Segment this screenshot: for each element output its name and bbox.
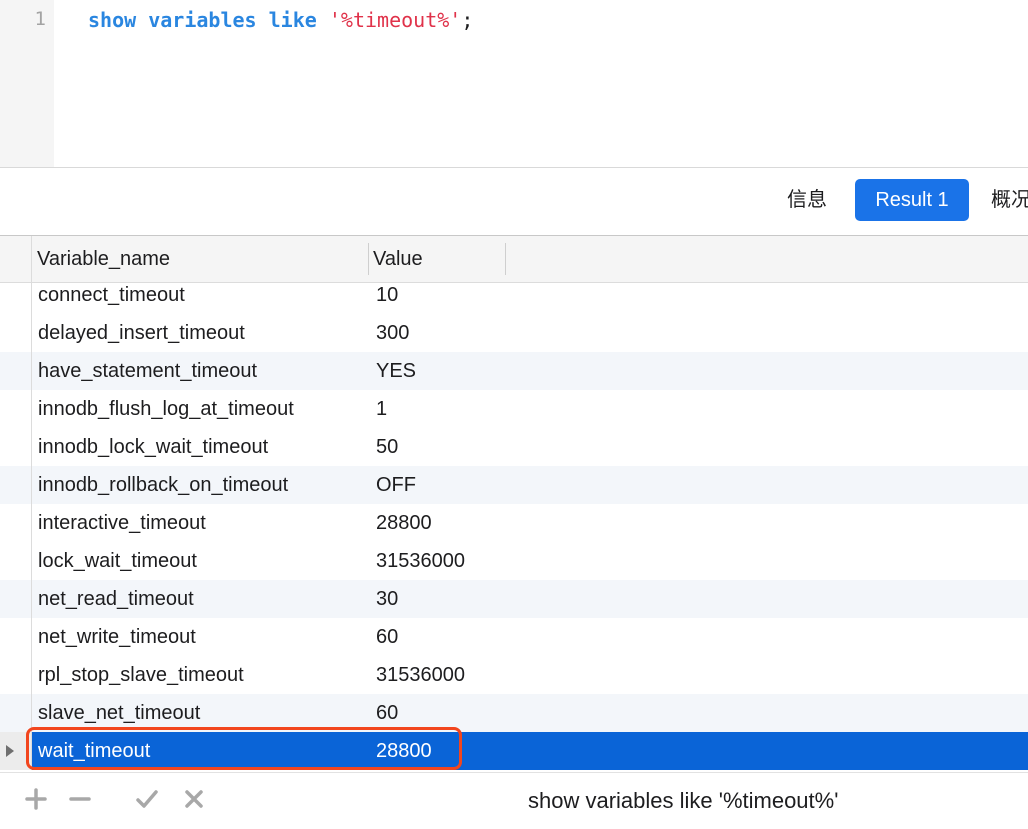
tab-info[interactable]: 信息 xyxy=(787,179,827,221)
row-header[interactable] xyxy=(0,352,32,390)
grid-footer-toolbar: show variables like '%timeout%' xyxy=(0,772,1028,823)
apply-changes-button[interactable] xyxy=(135,787,159,811)
cell-variable-name[interactable]: net_write_timeout xyxy=(38,618,196,656)
plus-icon xyxy=(25,788,47,810)
row-header[interactable] xyxy=(0,276,32,314)
check-icon xyxy=(136,790,158,808)
cell-variable-name[interactable]: interactive_timeout xyxy=(38,504,206,542)
cell-variable-name[interactable]: innodb_flush_log_at_timeout xyxy=(38,390,294,428)
cell-value[interactable]: YES xyxy=(376,352,416,390)
cell-value[interactable]: 10 xyxy=(376,276,398,314)
cell-value[interactable]: 60 xyxy=(376,694,398,732)
cell-value[interactable]: 50 xyxy=(376,428,398,466)
row-header[interactable] xyxy=(0,618,32,656)
column-divider[interactable] xyxy=(368,243,369,275)
cell-variable-name[interactable]: net_read_timeout xyxy=(38,580,194,618)
table-row[interactable]: connect_timeout 10 xyxy=(0,276,1028,314)
table-row[interactable]: net_write_timeout 60 xyxy=(0,618,1028,656)
cell-variable-name[interactable]: connect_timeout xyxy=(38,276,185,314)
column-divider[interactable] xyxy=(505,243,506,275)
table-row[interactable]: lock_wait_timeout 31536000 xyxy=(0,542,1028,580)
table-row[interactable]: delayed_insert_timeout 300 xyxy=(0,314,1028,352)
minus-icon xyxy=(69,797,91,801)
delete-row-button[interactable] xyxy=(68,787,92,811)
string-literal: '%timeout%' xyxy=(328,8,462,32)
row-header[interactable] xyxy=(0,504,32,542)
cell-value[interactable]: 28800 xyxy=(376,504,432,542)
row-header[interactable] xyxy=(0,390,32,428)
tab-overview[interactable]: 概况 xyxy=(991,179,1028,221)
tab-result-1[interactable]: Result 1 xyxy=(855,179,969,221)
row-header[interactable] xyxy=(0,656,32,694)
table-row[interactable]: innodb_rollback_on_timeout OFF xyxy=(0,466,1028,504)
close-icon xyxy=(185,790,203,808)
cell-value[interactable]: 31536000 xyxy=(376,542,465,580)
table-row[interactable]: slave_net_timeout 60 xyxy=(0,694,1028,732)
table-row[interactable]: innodb_flush_log_at_timeout 1 xyxy=(0,390,1028,428)
status-query-text: show variables like '%timeout%' xyxy=(528,788,839,813)
keyword-variables: variables xyxy=(148,8,257,32)
cell-variable-name[interactable]: have_statement_timeout xyxy=(38,352,257,390)
cell-variable-name[interactable]: innodb_lock_wait_timeout xyxy=(38,428,268,466)
table-row[interactable]: have_statement_timeout YES xyxy=(0,352,1028,390)
keyword-like: like xyxy=(268,8,317,32)
table-row[interactable]: rpl_stop_slave_timeout 31536000 xyxy=(0,656,1028,694)
result-tab-bar: 信息 Result 1 概况 xyxy=(0,168,1028,236)
row-header[interactable] xyxy=(0,428,32,466)
cell-variable-name[interactable]: wait_timeout xyxy=(38,732,150,770)
cell-value[interactable]: 28800 xyxy=(376,732,432,770)
cell-value[interactable]: 300 xyxy=(376,314,409,352)
statement-terminator: ; xyxy=(461,8,474,32)
result-grid: connect_timeout 10 delayed_insert_timeou… xyxy=(0,276,1028,770)
add-row-button[interactable] xyxy=(24,787,48,811)
row-header[interactable] xyxy=(0,694,32,732)
table-row-selected[interactable]: wait_timeout 28800 xyxy=(0,732,1028,770)
code-line[interactable]: show variables like '%timeout%'; xyxy=(88,7,473,33)
table-row[interactable]: interactive_timeout 28800 xyxy=(0,504,1028,542)
row-header[interactable] xyxy=(0,580,32,618)
sql-editor[interactable]: 1 show variables like '%timeout%'; xyxy=(0,0,1028,168)
cell-value[interactable]: OFF xyxy=(376,466,416,504)
row-header[interactable] xyxy=(0,314,32,352)
table-row[interactable]: innodb_lock_wait_timeout 50 xyxy=(0,428,1028,466)
line-number-gutter: 1 xyxy=(0,0,54,167)
cell-variable-name[interactable]: slave_net_timeout xyxy=(38,694,200,732)
row-pointer-icon xyxy=(6,745,14,757)
cell-variable-name[interactable]: delayed_insert_timeout xyxy=(38,314,245,352)
keyword-show: show xyxy=(88,8,137,32)
row-header[interactable] xyxy=(0,542,32,580)
cell-value[interactable]: 60 xyxy=(376,618,398,656)
cell-variable-name[interactable]: innodb_rollback_on_timeout xyxy=(38,466,288,504)
row-header[interactable] xyxy=(0,466,32,504)
cell-variable-name[interactable]: rpl_stop_slave_timeout xyxy=(38,656,244,694)
table-row[interactable]: net_read_timeout 30 xyxy=(0,580,1028,618)
cell-value[interactable]: 31536000 xyxy=(376,656,465,694)
line-number: 1 xyxy=(34,8,46,30)
cell-value[interactable]: 30 xyxy=(376,580,398,618)
row-header[interactable] xyxy=(0,732,32,770)
cell-variable-name[interactable]: lock_wait_timeout xyxy=(38,542,197,580)
discard-changes-button[interactable] xyxy=(182,787,206,811)
cell-value[interactable]: 1 xyxy=(376,390,387,428)
